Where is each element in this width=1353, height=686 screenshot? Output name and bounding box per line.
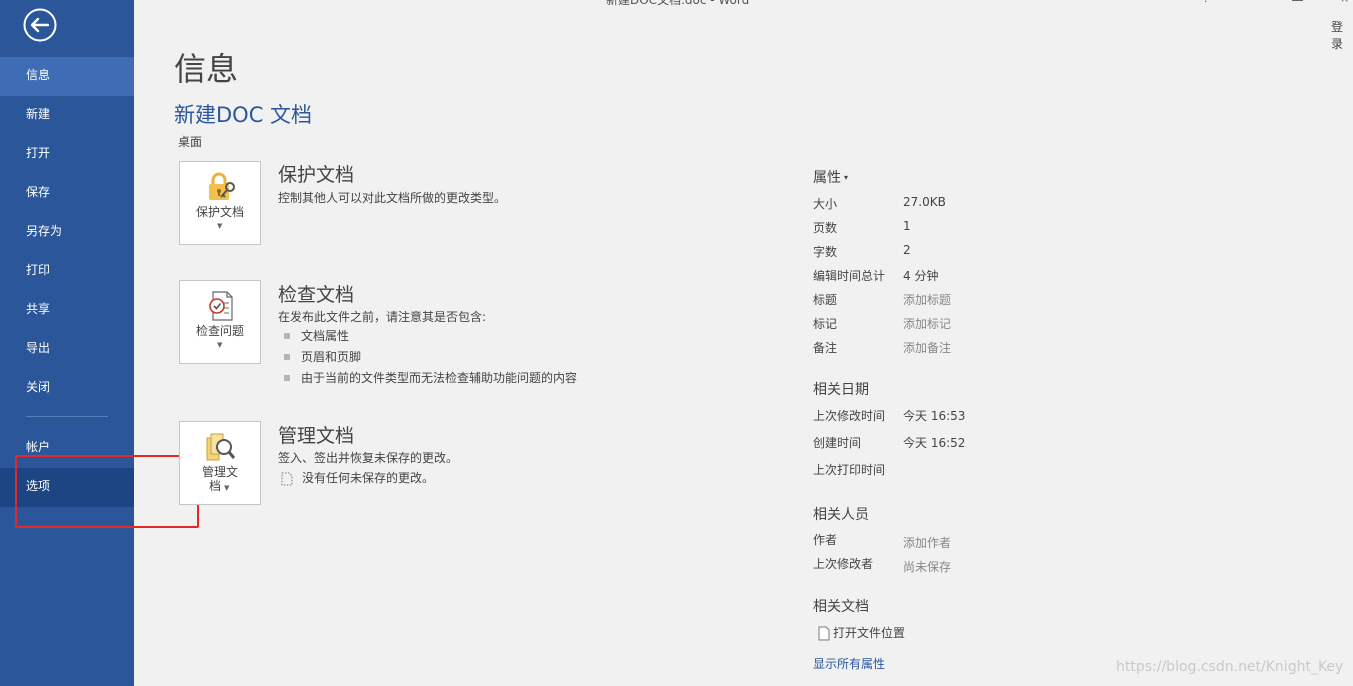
inspect-section-title: 检查文档 bbox=[278, 284, 355, 306]
related-people-header: 相关人员 bbox=[813, 507, 869, 523]
watermark-text: https://blog.csdn.net/Knight_Key bbox=[1116, 659, 1344, 675]
sidebar-item-open[interactable]: 打开 bbox=[0, 135, 134, 174]
prop-title-input[interactable]: 添加标题 bbox=[903, 291, 951, 308]
related-documents-header: 相关文档 bbox=[813, 599, 869, 615]
date-created-value: 今天 16:52 bbox=[903, 436, 966, 450]
sidebar-item-new[interactable]: 新建 bbox=[0, 96, 134, 135]
minimize-icon[interactable] bbox=[1292, 0, 1303, 1]
lock-key-icon bbox=[209, 172, 235, 200]
sidebar-divider bbox=[26, 416, 108, 417]
show-all-properties-link[interactable]: 显示所有属性 bbox=[813, 655, 885, 672]
unsaved-changes-note: 没有任何未保存的更改。 bbox=[280, 470, 434, 486]
author-label: 作者 bbox=[813, 533, 838, 547]
sidebar-nav: 信息 新建 打开 保存 另存为 打印 共享 导出 关闭 帐户 选项 bbox=[0, 57, 134, 507]
protect-section-title: 保护文档 bbox=[278, 164, 355, 186]
prop-tags-input[interactable]: 添加标记 bbox=[903, 315, 951, 332]
list-item: 由于当前的文件类型而无法检查辅助功能问题的内容 bbox=[284, 370, 577, 386]
page-title: 信息 bbox=[174, 50, 239, 88]
add-author-input[interactable]: 添加作者 bbox=[903, 534, 951, 551]
properties-dropdown[interactable]: 属性 ▾ bbox=[813, 167, 848, 187]
open-file-location-link[interactable]: 打开文件位置 bbox=[818, 624, 905, 641]
prop-size-value: 27.0KB bbox=[903, 195, 946, 209]
inspect-section-desc: 在发布此文件之前，请注意其是否包含: bbox=[278, 310, 487, 324]
prop-edit-time-label: 编辑时间总计 bbox=[813, 269, 886, 283]
prop-pages-label: 页数 bbox=[813, 221, 838, 235]
sidebar-item-print[interactable]: 打印 bbox=[0, 252, 134, 291]
prop-words-value: 2 bbox=[903, 243, 911, 257]
protect-document-button[interactable]: 保护文档 ▼ bbox=[179, 161, 261, 245]
window-title: 新建DOC文档.doc - Word bbox=[606, 0, 750, 7]
dropdown-caret-icon: ▼ bbox=[217, 222, 223, 230]
prop-size-label: 大小 bbox=[813, 197, 838, 211]
bullet-icon bbox=[284, 353, 290, 360]
date-printed-label: 上次打印时间 bbox=[813, 463, 886, 477]
list-item: 文档属性 bbox=[284, 328, 349, 344]
document-icon bbox=[818, 626, 830, 641]
protect-document-label: 保护文档 bbox=[195, 205, 244, 219]
prop-comments-label: 备注 bbox=[813, 341, 838, 355]
last-modified-by-label: 上次修改者 bbox=[813, 557, 874, 571]
sidebar-item-save-as[interactable]: 另存为 bbox=[0, 213, 134, 252]
close-icon[interactable]: × bbox=[1340, 0, 1349, 5]
prop-tags-label: 标记 bbox=[813, 317, 838, 331]
manage-document-label-1: 管理文 bbox=[201, 465, 238, 479]
sidebar-item-info[interactable]: 信息 bbox=[0, 57, 134, 96]
help-icon[interactable]: ? bbox=[1203, 0, 1209, 5]
chevron-down-icon: ▾ bbox=[844, 173, 849, 182]
manage-section-desc: 签入、签出并恢复未保存的更改。 bbox=[278, 451, 459, 465]
list-item-text: 文档属性 bbox=[301, 329, 350, 343]
date-modified-label: 上次修改时间 bbox=[813, 409, 886, 423]
dropdown-caret-icon: ▼ bbox=[224, 484, 230, 492]
sidebar-item-save[interactable]: 保存 bbox=[0, 174, 134, 213]
properties-header: 属性 bbox=[813, 170, 841, 186]
list-item: 页眉和页脚 bbox=[284, 349, 361, 365]
manage-document-label-2: 档 bbox=[208, 479, 221, 493]
inspect-document-icon bbox=[209, 291, 233, 321]
document-name: 新建DOC 文档 bbox=[174, 103, 313, 127]
sidebar-item-share[interactable]: 共享 bbox=[0, 291, 134, 330]
date-modified-value: 今天 16:53 bbox=[903, 409, 966, 423]
check-issues-label: 检查问题 bbox=[195, 324, 244, 338]
prop-edit-time-value: 4 分钟 bbox=[903, 269, 939, 283]
related-dates-header: 相关日期 bbox=[813, 382, 869, 398]
open-file-location-text: 打开文件位置 bbox=[833, 626, 906, 640]
document-dotted-icon bbox=[281, 472, 293, 485]
highlight-annotation-box bbox=[15, 455, 199, 528]
protect-section-desc: 控制其他人可以对此文档所做的更改类型。 bbox=[278, 191, 507, 205]
unsaved-changes-text: 没有任何未保存的更改。 bbox=[302, 471, 435, 485]
bullet-icon bbox=[284, 374, 290, 381]
bullet-icon bbox=[284, 332, 290, 339]
dropdown-caret-icon: ▼ bbox=[217, 341, 223, 349]
prop-pages-value: 1 bbox=[903, 219, 911, 233]
manage-document-icon bbox=[206, 433, 236, 461]
prop-words-label: 字数 bbox=[813, 245, 838, 259]
last-modified-by-value: 尚未保存 bbox=[903, 560, 952, 574]
list-item-text: 页眉和页脚 bbox=[301, 350, 362, 364]
manage-section-title: 管理文档 bbox=[278, 425, 355, 447]
prop-comments-input[interactable]: 添加备注 bbox=[903, 339, 951, 356]
manage-document-button[interactable]: 管理文 档 ▼ bbox=[179, 421, 261, 505]
check-issues-button[interactable]: 检查问题 ▼ bbox=[179, 280, 261, 364]
login-link[interactable]: 登录 bbox=[1331, 18, 1353, 52]
sidebar-item-export[interactable]: 导出 bbox=[0, 330, 134, 369]
document-location: 桌面 bbox=[178, 135, 203, 149]
prop-title-label: 标题 bbox=[813, 293, 838, 307]
sidebar-item-close[interactable]: 关闭 bbox=[0, 369, 134, 408]
back-arrow-icon[interactable] bbox=[23, 8, 57, 42]
date-created-label: 创建时间 bbox=[813, 436, 862, 450]
list-item-text: 由于当前的文件类型而无法检查辅助功能问题的内容 bbox=[301, 371, 578, 385]
backstage-sidebar: 信息 新建 打开 保存 另存为 打印 共享 导出 关闭 帐户 选项 bbox=[0, 0, 134, 686]
